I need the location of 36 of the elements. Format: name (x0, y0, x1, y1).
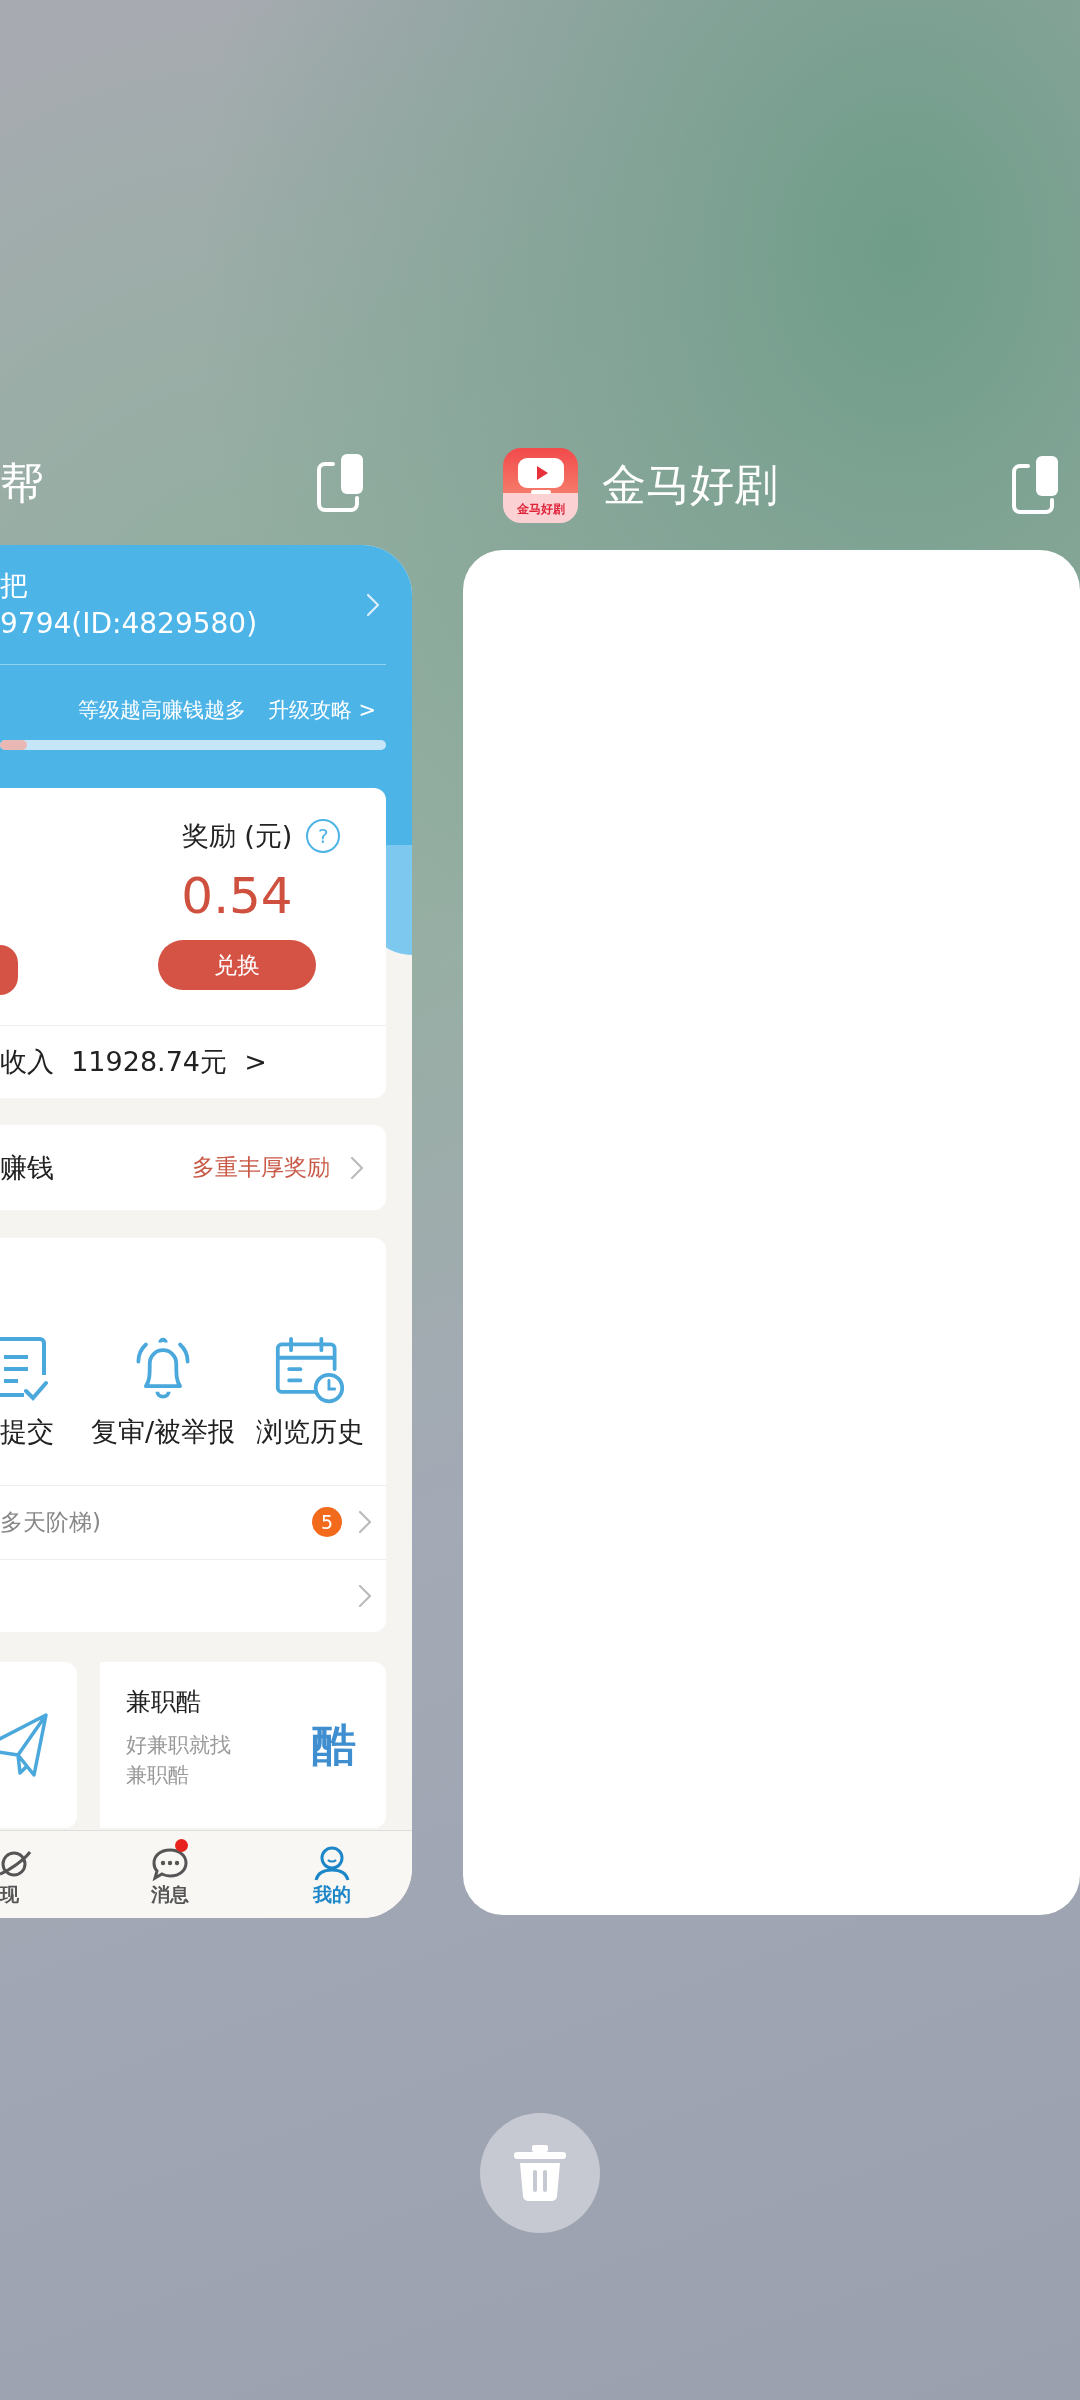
app-icon-label: 金马好剧 (516, 501, 565, 516)
reward-amount: 0.54 (181, 866, 293, 926)
trash-icon (512, 2144, 568, 2202)
total-income-link[interactable]: 收入 11928.74元 > (0, 1044, 267, 1080)
app-title: 帮 (0, 455, 44, 510)
promo-card[interactable] (0, 1662, 77, 1828)
promo-card[interactable]: 兼职酷 好兼职就找 兼职酷 酷 (100, 1662, 386, 1828)
tv-icon (515, 455, 566, 496)
tool-item[interactable]: 提交 (0, 1335, 90, 1485)
nav-tab[interactable]: 现 (0, 1831, 60, 1918)
user-id: 9794(ID:4829580) (0, 605, 258, 642)
redeem-button[interactable]: 兑换 (158, 940, 316, 990)
tool-item[interactable]: 浏览历史 (236, 1335, 384, 1485)
promo-subtitle: 好兼职就找 兼职酷 (126, 1732, 231, 1789)
invite-card[interactable]: 赚钱 多重丰厚奖励 (0, 1125, 386, 1210)
promo-title: 兼职酷 (126, 1686, 202, 1718)
chevron-icon (358, 1510, 372, 1535)
tool-item[interactable]: 复审/被举报 (90, 1335, 236, 1485)
app-title: 金马好剧 (602, 458, 778, 512)
nav-tab[interactable]: 我的 (272, 1831, 392, 1918)
nav-tab[interactable]: 消息 (110, 1831, 230, 1918)
promo-logo: 酷 (311, 1718, 357, 1772)
user-name: 把 (0, 567, 29, 604)
chevron-icon (358, 1583, 372, 1608)
chevron-icon (366, 592, 380, 617)
partial-button[interactable] (0, 945, 18, 995)
split-screen-icon[interactable] (317, 451, 365, 514)
reward-label: 奖励 (元) (181, 819, 293, 853)
list-row[interactable]: 多天阶梯) 5 (0, 1485, 386, 1559)
split-screen-icon[interactable] (1012, 454, 1060, 516)
list-row-label: 多天阶梯) (0, 1507, 101, 1537)
invite-promo: 多重丰厚奖励 (192, 1153, 330, 1182)
level-slogan: 等级越高赚钱越多 (77, 697, 246, 724)
count-badge: 5 (312, 1507, 342, 1538)
invite-label: 赚钱 (0, 1150, 54, 1185)
chevron-icon (350, 1155, 364, 1180)
